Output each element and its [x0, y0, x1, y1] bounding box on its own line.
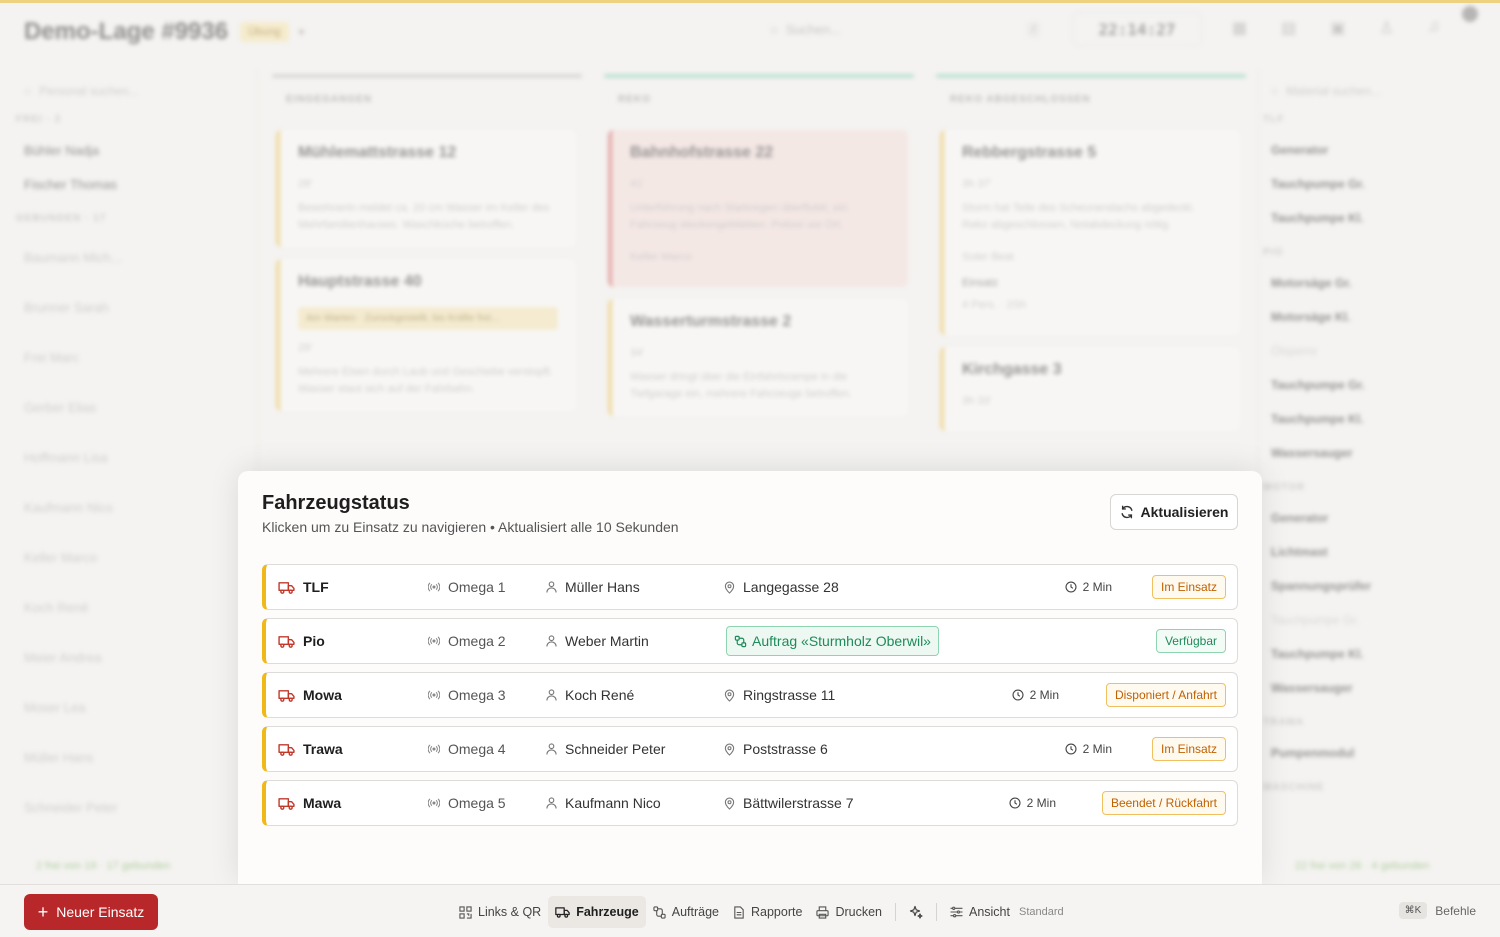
vehicle-row-mowa[interactable]: Mowa Omega 3 Koch René Ringstrasse 11 2 … — [262, 672, 1238, 718]
modal-title: Fahrzeugstatus — [262, 492, 410, 514]
radio-icon — [428, 690, 440, 700]
nav-print[interactable]: Drucken — [809, 896, 889, 928]
location-pin-icon — [724, 743, 735, 756]
user-icon — [546, 635, 557, 647]
nav-view[interactable]: Ansicht Standard — [943, 896, 1071, 928]
clock-icon — [1065, 743, 1077, 755]
new-incident-button[interactable]: + Neuer Einsatz — [24, 894, 158, 930]
radio-icon — [428, 582, 440, 592]
vehicle-row-mawa[interactable]: Mawa Omega 5 Kaufmann Nico Bättwilerstra… — [262, 780, 1238, 826]
status-badge: Beendet / Rückfahrt — [1101, 791, 1226, 815]
status-badge: Im Einsatz — [1151, 575, 1226, 599]
nav-ai-assistant[interactable] — [902, 896, 930, 928]
printer-icon — [816, 905, 830, 919]
document-icon — [733, 905, 745, 919]
vehicle-row-pio[interactable]: Pio Omega 2 Weber Martin Auftrag «Sturmh… — [262, 618, 1238, 664]
status-badge: Verfügbar — [1155, 629, 1226, 653]
clock-icon — [1012, 689, 1024, 701]
user-icon — [546, 581, 557, 593]
vehicle-row-trawa[interactable]: Trawa Omega 4 Schneider Peter Poststrass… — [262, 726, 1238, 772]
nav-vehicles[interactable]: Fahrzeuge — [548, 896, 646, 928]
user-icon — [546, 797, 557, 809]
location-pin-icon — [724, 689, 735, 702]
vehicle-name: TLF — [303, 579, 329, 595]
location-pin-icon — [724, 581, 735, 594]
truck-icon — [278, 689, 295, 702]
vehicle-row-tlf[interactable]: TLF Omega 1 Müller Hans Langegasse 28 2 … — [262, 564, 1238, 610]
user-icon — [546, 743, 557, 755]
modal-subtitle: Klicken um zu Einsatz zu navigieren • Ak… — [262, 519, 679, 535]
clock-icon — [1009, 797, 1021, 809]
radio-icon — [428, 744, 440, 754]
bottom-nav: Links & QR Fahrzeuge Aufträge Rapporte D… — [452, 896, 1071, 928]
radio-icon — [428, 636, 440, 646]
clock-icon — [1065, 581, 1077, 593]
radio-icon — [428, 798, 440, 808]
qr-code-icon — [459, 905, 472, 919]
shortcut-key: ⌘K — [1398, 902, 1428, 919]
plus-icon: + — [37, 902, 49, 922]
truck-icon — [278, 797, 295, 810]
refresh-icon — [1120, 505, 1134, 519]
location-pin-icon — [724, 797, 735, 810]
truck-icon — [278, 635, 295, 648]
nav-links-qr[interactable]: Links & QR — [452, 896, 548, 928]
status-badge: Disponiert / Anfahrt — [1105, 683, 1226, 707]
vehicle-list: TLF Omega 1 Müller Hans Langegasse 28 2 … — [262, 564, 1238, 834]
truck-icon — [278, 743, 295, 756]
user-icon — [546, 689, 557, 701]
refresh-button[interactable]: Aktualisieren — [1110, 494, 1238, 530]
truck-icon — [278, 581, 295, 594]
vehicle-name: Pio — [303, 633, 325, 649]
workflow-icon — [653, 905, 666, 919]
order-link[interactable]: Auftrag «Sturmholz Oberwil» — [726, 626, 939, 656]
bottom-toolbar: + Neuer Einsatz Links & QR Fahrzeuge Auf… — [0, 884, 1500, 937]
status-badge: Im Einsatz — [1151, 737, 1226, 761]
order-icon — [734, 635, 747, 648]
nav-orders[interactable]: Aufträge — [646, 896, 726, 928]
vehicle-name: Mowa — [303, 687, 342, 703]
vehicle-status-modal: Fahrzeugstatus Klicken um zu Einsatz zu … — [238, 471, 1262, 884]
command-palette-hint[interactable]: ⌘K Befehle — [1398, 902, 1476, 919]
sliders-icon — [950, 906, 963, 918]
vehicle-name: Mawa — [303, 795, 342, 811]
truck-icon — [555, 906, 571, 918]
sparkles-icon — [909, 905, 923, 919]
nav-reports[interactable]: Rapporte — [726, 896, 809, 928]
vehicle-name: Trawa — [303, 741, 343, 757]
